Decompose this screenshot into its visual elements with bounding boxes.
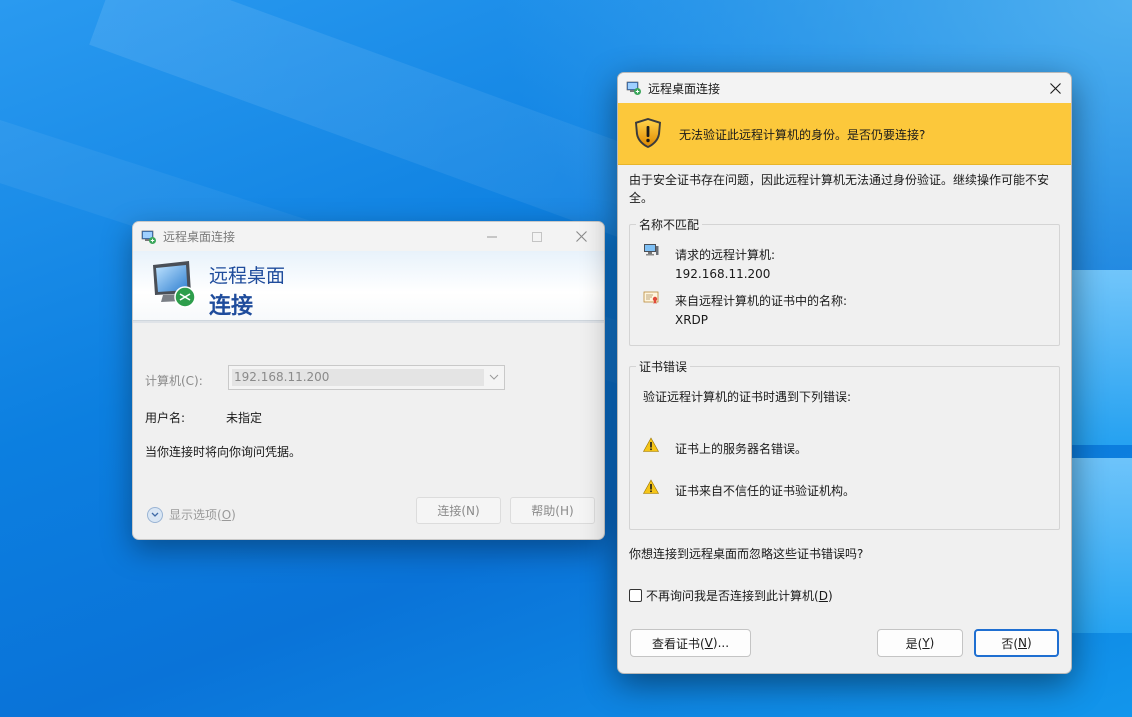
connect-button[interactable]: 连接(N)	[416, 497, 501, 524]
requested-computer-label: 请求的远程计算机:	[675, 248, 776, 262]
username-label: 用户名:	[145, 411, 186, 425]
title-bar[interactable]: 远程桌面连接	[618, 73, 1071, 103]
title-bar[interactable]: 远程桌面连接	[133, 222, 604, 251]
requested-computer-value: 192.168.11.200	[675, 267, 771, 281]
maximize-icon[interactable]	[514, 222, 559, 251]
dialog-title: 远程桌面连接	[648, 81, 721, 96]
error-item: 证书来自不信任的证书验证机构。	[675, 484, 856, 498]
yes-button[interactable]: 是(Y)	[877, 629, 963, 657]
confirm-question: 你想连接到远程桌面而忽略这些证书错误吗?	[629, 547, 864, 561]
monitor-icon	[149, 259, 199, 309]
certificate-warning-dialog: 远程桌面连接 无法验证此远程计算机的身份。是否仍要连接? 由于安全证书存在问题，…	[617, 72, 1072, 674]
name-mismatch-group: 名称不匹配 请求的远程计算机: 192.168.11.200 来自远程计算机的证…	[629, 216, 1060, 346]
cert-name-label: 来自远程计算机的证书中的名称:	[675, 294, 848, 308]
computer-combobox[interactable]: 192.168.11.200	[228, 365, 505, 390]
view-certificate-button[interactable]: 查看证书(V)...	[630, 629, 751, 657]
rdc-app-icon	[141, 229, 157, 245]
group-legend: 名称不匹配	[636, 216, 703, 233]
shield-warning-icon	[633, 117, 663, 149]
certificate-icon	[643, 289, 659, 305]
close-icon[interactable]	[559, 222, 604, 251]
no-button[interactable]: 否(N)	[974, 629, 1059, 657]
computer-value: 192.168.11.200	[232, 369, 484, 386]
close-icon[interactable]	[1039, 73, 1071, 103]
show-options-toggle[interactable]: 显示选项(O)	[147, 506, 236, 523]
window-title: 远程桌面连接	[163, 230, 236, 244]
rdc-app-icon	[626, 80, 642, 96]
minimize-icon[interactable]	[469, 222, 514, 251]
warning-icon	[642, 479, 660, 495]
warning-message: 无法验证此远程计算机的身份。是否仍要连接?	[679, 128, 926, 142]
rdc-main-window: 远程桌面连接 远程桌面 连接 计算机(C): 192.168.11.200 用户…	[132, 221, 605, 540]
group-legend: 证书错误	[636, 358, 691, 375]
banner-title-line1: 远程桌面	[209, 265, 286, 287]
certificate-errors-group: 证书错误 验证远程计算机的证书时遇到下列错误: 证书上的服务器名错误。 证书来自…	[629, 358, 1060, 530]
warning-bar: 无法验证此远程计算机的身份。是否仍要连接?	[618, 103, 1071, 165]
computer-label: 计算机(C):	[145, 374, 203, 388]
rdc-banner: 远程桌面 连接	[133, 251, 604, 321]
help-button[interactable]: 帮助(H)	[510, 497, 595, 524]
divider	[133, 321, 604, 323]
windows-logo	[1072, 270, 1132, 640]
cert-name-value: XRDP	[675, 313, 709, 327]
errors-heading: 验证远程计算机的证书时遇到下列错误:	[643, 390, 852, 404]
banner-title-line2: 连接	[209, 294, 254, 319]
credentials-note: 当你连接时将向你询问凭据。	[145, 445, 302, 459]
chevron-down-icon[interactable]	[484, 372, 504, 383]
intro-text: 由于安全证书存在问题，因此远程计算机无法通过身份验证。继续操作可能不安全。	[629, 173, 1050, 205]
show-options-label: 显示选项(O)	[169, 508, 236, 522]
username-value: 未指定	[226, 411, 263, 425]
checkbox-label: 不再询问我是否连接到此计算机(D)	[646, 589, 833, 603]
expand-options-icon[interactable]	[147, 506, 163, 523]
checkbox-box[interactable]	[629, 589, 642, 602]
dont-ask-again-checkbox[interactable]: 不再询问我是否连接到此计算机(D)	[629, 587, 833, 604]
error-item: 证书上的服务器名错误。	[675, 442, 808, 456]
warning-icon	[642, 437, 660, 453]
computer-icon	[643, 242, 659, 258]
